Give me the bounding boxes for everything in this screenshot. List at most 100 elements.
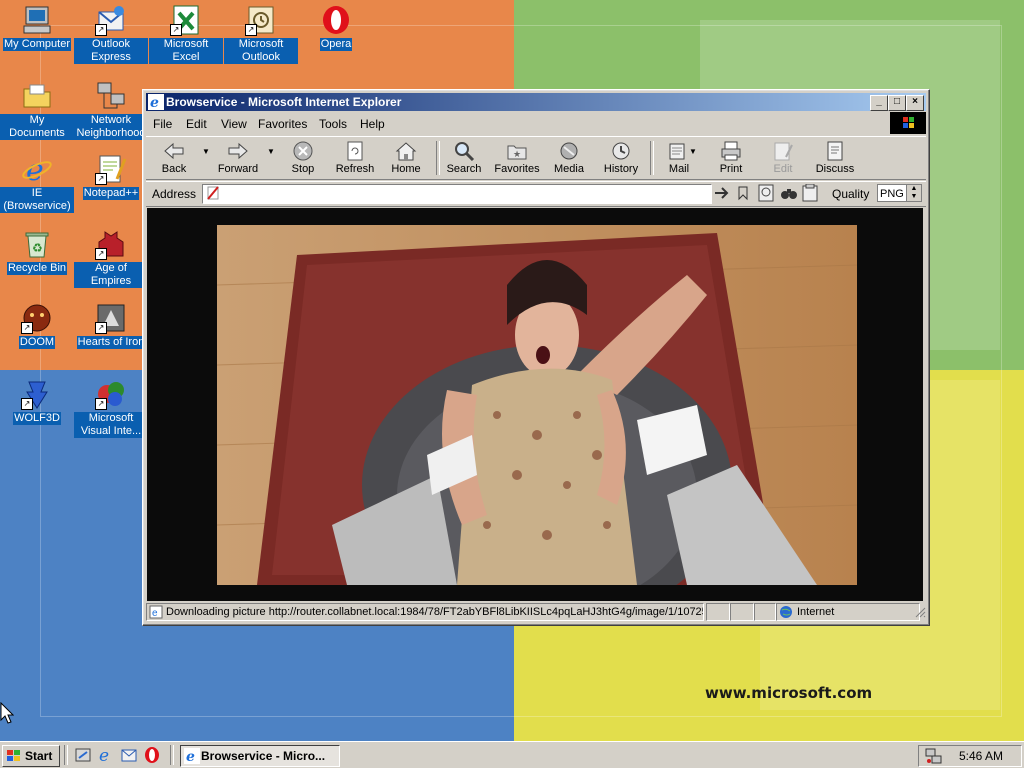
network-status-icon[interactable] bbox=[925, 747, 943, 768]
desktop-icon-ie-browservice[interactable]: e IE (Browservice) bbox=[0, 153, 74, 213]
forward-button[interactable]: Forward bbox=[212, 141, 264, 175]
internet-explorer-icon: e bbox=[148, 94, 164, 111]
globe-icon bbox=[779, 605, 793, 624]
back-button[interactable]: Back bbox=[148, 141, 200, 175]
internet-explorer-icon[interactable]: e bbox=[97, 746, 115, 766]
security-zone-label: Internet bbox=[797, 606, 835, 618]
wallpaper-url-text: www.microsoft.com bbox=[705, 684, 873, 702]
menu-bar: File Edit View Favorites Tools Help bbox=[146, 114, 926, 134]
menu-edit[interactable]: Edit bbox=[186, 117, 207, 131]
svg-text:e: e bbox=[99, 746, 109, 764]
media-icon bbox=[558, 141, 580, 161]
notepad-icon: ↗ bbox=[95, 153, 127, 185]
address-label: Address bbox=[152, 187, 197, 201]
favorites-button[interactable]: ★ Favorites bbox=[491, 141, 543, 175]
page-loading-icon: e bbox=[149, 605, 163, 620]
network-icon bbox=[95, 80, 127, 112]
excel-icon: ↗ bbox=[170, 4, 202, 36]
outlook-express-icon[interactable] bbox=[120, 746, 138, 764]
status-message-panel: e Downloading picture http://router.coll… bbox=[146, 603, 704, 621]
edit-button[interactable]: Edit bbox=[757, 141, 809, 175]
address-input[interactable] bbox=[223, 186, 707, 203]
maximize-button[interactable]: □ bbox=[888, 95, 906, 111]
clock[interactable]: 5:46 AM bbox=[959, 749, 1003, 763]
print-icon bbox=[720, 141, 742, 161]
mail-dropdown-icon[interactable]: ▼ bbox=[689, 147, 697, 156]
desktop-icon-network-neighborhood[interactable]: Network Neighborhood bbox=[74, 80, 148, 140]
svg-text:e: e bbox=[186, 749, 195, 764]
desktop-icon-doom[interactable]: ↗ DOOM bbox=[0, 302, 74, 349]
taskbar-button-browservice[interactable]: e Browservice - Micro... bbox=[180, 745, 340, 767]
address-field[interactable] bbox=[202, 184, 712, 204]
quality-spinner-icon[interactable]: ▲ ▼ bbox=[906, 185, 921, 201]
outlook-icon: ↗ bbox=[245, 4, 277, 36]
forward-dropdown-icon[interactable]: ▼ bbox=[267, 147, 275, 156]
opera-icon bbox=[320, 4, 352, 36]
desktop-icon-visual-interdev[interactable]: ↗ Microsoft Visual Inte... bbox=[74, 378, 148, 438]
media-button[interactable]: Media bbox=[543, 141, 595, 175]
quality-select[interactable]: PNG ▲ ▼ bbox=[877, 184, 922, 202]
address-bar: Address Quality PNG ▲ ▼ bbox=[146, 181, 926, 207]
desktop-icon-age-of-empires[interactable]: ↗ Age of Empires bbox=[74, 228, 148, 288]
desktop-icon-outlook[interactable]: ↗ Microsoft Outlook bbox=[224, 4, 298, 64]
favorites-icon: ★ bbox=[506, 141, 528, 161]
resize-grip-icon[interactable] bbox=[914, 606, 926, 621]
recycle-bin-icon: ♻ bbox=[21, 228, 53, 260]
show-desktop-icon[interactable] bbox=[74, 746, 92, 764]
stop-icon bbox=[292, 141, 314, 161]
menu-favorites[interactable]: Favorites bbox=[258, 117, 307, 131]
home-button[interactable]: Home bbox=[380, 141, 432, 175]
clipboard-icon[interactable] bbox=[802, 183, 818, 205]
status-panel bbox=[754, 603, 776, 621]
desktop-icon-outlook-express[interactable]: ↗ Outlook Express bbox=[74, 4, 148, 64]
quality-value: PNG bbox=[880, 188, 904, 200]
discuss-button[interactable]: Discuss bbox=[809, 141, 861, 175]
back-dropdown-icon[interactable]: ▼ bbox=[202, 147, 210, 156]
refresh-button[interactable]: Refresh bbox=[329, 141, 381, 175]
desktop-icon-hearts-of-iron[interactable]: ↗ Hearts of Iron bbox=[74, 302, 148, 349]
mouse-cursor-icon bbox=[0, 701, 15, 727]
internet-explorer-icon: e bbox=[21, 153, 53, 188]
menu-help[interactable]: Help bbox=[360, 117, 385, 131]
standard-toolbar: Back ▼ Forward ▼ Stop Refresh Home Searc… bbox=[146, 136, 926, 180]
taskbar-button-label: Browservice - Micro... bbox=[201, 749, 326, 763]
status-panel bbox=[730, 603, 754, 621]
desktop-icon-recycle-bin[interactable]: ♻ Recycle Bin bbox=[0, 228, 74, 275]
go-arrow-icon[interactable] bbox=[713, 185, 731, 204]
desktop-icon-opera[interactable]: Opera bbox=[299, 4, 373, 51]
folder-icon bbox=[21, 80, 53, 112]
desktop-icon-excel[interactable]: ↗ Microsoft Excel bbox=[149, 4, 223, 64]
desktop-icon-wolf3d[interactable]: ↗ WOLF3D bbox=[0, 378, 74, 425]
find-icon[interactable] bbox=[780, 184, 798, 205]
stop-button[interactable]: Stop bbox=[277, 141, 329, 175]
video-frame-image bbox=[217, 225, 857, 585]
my-computer-icon bbox=[21, 4, 53, 36]
desktop-icon-notepad-plus-plus[interactable]: ↗ Notepad++ bbox=[74, 153, 148, 200]
desktop-icon-my-documents[interactable]: My Documents bbox=[0, 80, 74, 140]
doom-icon: ↗ bbox=[21, 302, 53, 334]
page-viewport[interactable] bbox=[147, 208, 923, 601]
desktop-icon-my-computer[interactable]: My Computer bbox=[0, 4, 74, 51]
zoom-icon[interactable] bbox=[758, 184, 774, 205]
menu-file[interactable]: File bbox=[153, 117, 172, 131]
menu-tools[interactable]: Tools bbox=[319, 117, 347, 131]
start-button[interactable]: Start bbox=[2, 745, 60, 767]
print-button[interactable]: Print bbox=[705, 141, 757, 175]
window-titlebar[interactable]: e Browservice - Microsoft Internet Explo… bbox=[146, 93, 926, 111]
bookmark-icon[interactable] bbox=[736, 185, 750, 204]
forward-arrow-icon bbox=[227, 141, 249, 161]
menu-view[interactable]: View bbox=[221, 117, 247, 131]
browser-window: e Browservice - Microsoft Internet Explo… bbox=[142, 89, 930, 626]
search-button[interactable]: Search bbox=[438, 141, 490, 175]
taskbar-separator bbox=[170, 745, 174, 765]
mail-button[interactable]: Mail bbox=[653, 141, 705, 175]
minimize-button[interactable]: _ bbox=[870, 95, 888, 111]
svg-text:e: e bbox=[150, 95, 159, 110]
history-button[interactable]: History bbox=[595, 141, 647, 175]
system-tray: 5:46 AM bbox=[918, 745, 1022, 767]
discuss-icon bbox=[824, 141, 846, 161]
back-arrow-icon bbox=[163, 141, 185, 161]
status-bar: e Downloading picture http://router.coll… bbox=[146, 603, 926, 621]
close-button[interactable]: × bbox=[906, 95, 924, 111]
opera-icon[interactable] bbox=[143, 746, 161, 764]
